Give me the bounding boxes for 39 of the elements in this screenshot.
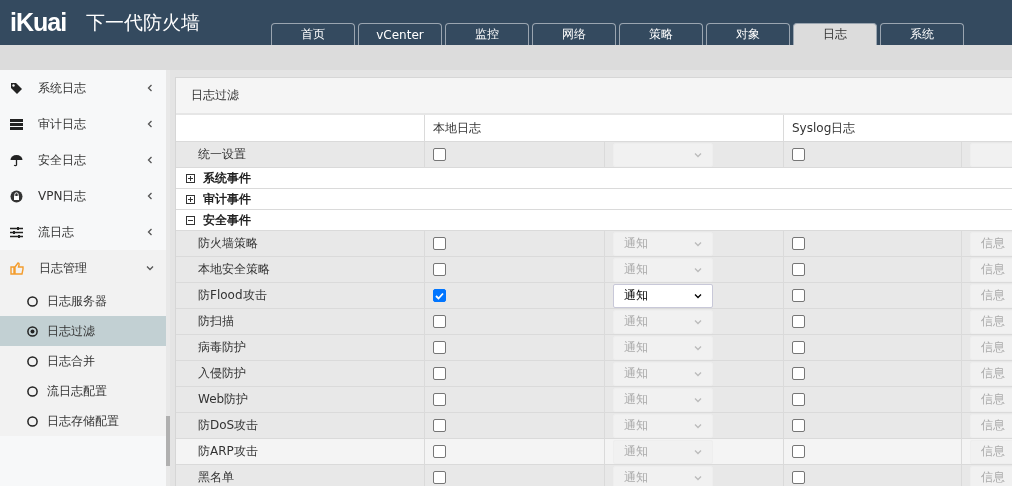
nav-tab[interactable]: 监控 (445, 23, 529, 45)
nav-tab[interactable]: 日志 (793, 23, 877, 45)
nav-tab[interactable]: vCenter (358, 23, 442, 45)
column-header: Syslog日志 (792, 119, 856, 137)
group-label: 系统事件 (203, 169, 251, 187)
row-label: 入侵防护 (197, 365, 246, 382)
group-label: 安全事件 (203, 211, 251, 229)
nav-tab[interactable]: 系统 (880, 23, 964, 45)
level-select[interactable]: 通知 (613, 283, 713, 308)
nav-tab[interactable]: 网络 (532, 23, 616, 45)
row-label: 本地安全策略 (197, 261, 270, 278)
sidebar-item[interactable]: 安全日志 (0, 142, 166, 178)
column-header: 本地日志 (433, 119, 481, 137)
sidebar-subitem[interactable]: 日志服务器 (0, 286, 166, 316)
group-label: 审计事件 (203, 190, 251, 208)
row-label: 防ARP攻击 (197, 443, 258, 460)
sidebar-subitem[interactable]: 日志合并 (0, 346, 166, 376)
sidebar-item[interactable]: 系统日志 (0, 70, 166, 106)
nav-tab[interactable]: 策略 (619, 23, 703, 45)
row-label: Web防护 (197, 391, 249, 408)
row-label: 统一设置 (197, 146, 246, 163)
sidebar-item[interactable]: 审计日志 (0, 106, 166, 142)
sidebar-item[interactable]: VPN日志 (0, 178, 166, 214)
nav-tab[interactable]: 首页 (271, 23, 355, 45)
app-title: 下一代防火墙 (86, 9, 201, 35)
panel-title: 日志过滤 (176, 78, 1012, 115)
row-label: 病毒防护 (197, 339, 246, 356)
sidebar-subitem[interactable]: 流日志配置 (0, 376, 166, 406)
row-label: 防DoS攻击 (197, 417, 259, 434)
nav-tab[interactable]: 对象 (706, 23, 790, 45)
sidebar-subitem[interactable]: 日志存储配置 (0, 406, 166, 436)
sidebar-item[interactable]: 日志管理 (0, 250, 166, 286)
row-label: 防火墙策略 (197, 235, 258, 252)
row-label: 黑名单 (197, 469, 234, 486)
logo: iKuai (10, 8, 67, 37)
row-label: 防Flood攻击 (197, 287, 267, 304)
sidebar-item[interactable]: 流日志 (0, 214, 166, 250)
sidebar-subitem[interactable]: 日志过滤 (0, 316, 166, 346)
row-label: 防扫描 (197, 313, 234, 330)
